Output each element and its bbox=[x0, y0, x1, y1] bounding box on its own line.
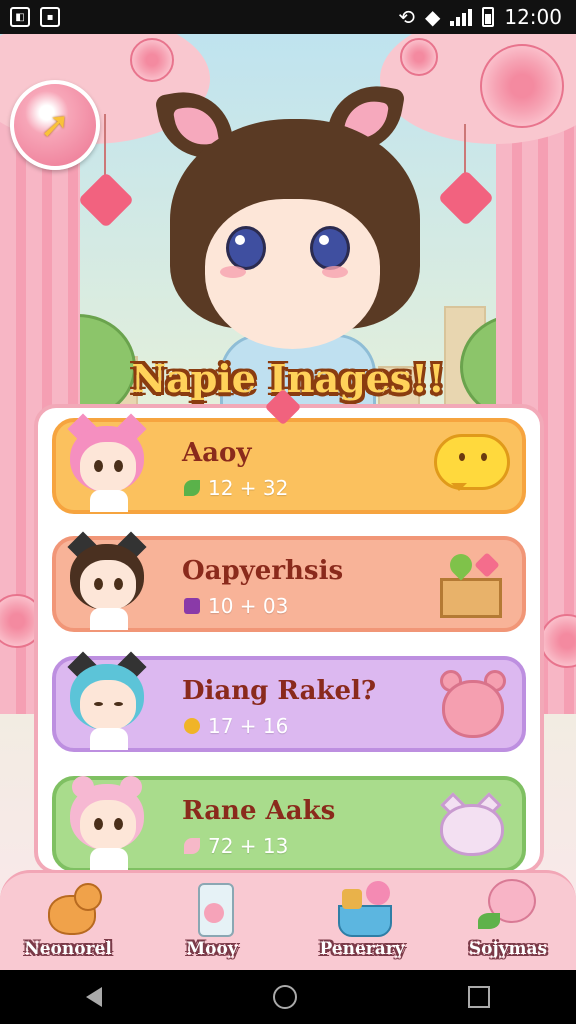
rose bbox=[130, 38, 174, 82]
star-arrow-icon: ➚ bbox=[39, 104, 71, 146]
stat-value: 17 + 16 bbox=[208, 714, 289, 738]
signal-icon bbox=[450, 8, 473, 26]
character-stat: 10 + 03 bbox=[184, 594, 288, 618]
avatar-eye bbox=[114, 460, 123, 472]
chat-bubble-icon bbox=[434, 430, 510, 504]
tab-label: Sojymas bbox=[468, 939, 548, 959]
rose bbox=[480, 44, 564, 128]
system-nav-bar bbox=[0, 970, 576, 1024]
tab-label: Mooy bbox=[186, 939, 238, 959]
character-name: Aaoy bbox=[182, 438, 252, 468]
leaf bbox=[478, 913, 500, 929]
tab-mooy[interactable]: Mooy bbox=[152, 879, 272, 969]
stat-value: 10 + 03 bbox=[208, 594, 289, 618]
candy bbox=[204, 903, 224, 923]
avatar-eye bbox=[94, 460, 103, 472]
bubble-eye bbox=[459, 453, 465, 461]
arrow-icon bbox=[184, 718, 200, 734]
avatar-eye bbox=[94, 702, 103, 706]
tab-sojymas[interactable]: Sojymas bbox=[448, 879, 568, 969]
avatar bbox=[64, 771, 150, 872]
box bbox=[440, 578, 502, 618]
character-list-panel: Aaoy 12 + 32 Oapyerhsis 10 + 03 Diang Ra… bbox=[34, 404, 544, 874]
tab-label: Penerary bbox=[319, 939, 405, 959]
back-icon[interactable] bbox=[85, 987, 102, 1007]
jar-icon bbox=[182, 879, 242, 937]
cat-face bbox=[74, 883, 102, 911]
gift-box-icon bbox=[434, 548, 510, 622]
heart-charm bbox=[437, 169, 495, 227]
character-eye-right bbox=[310, 226, 350, 270]
character-card[interactable]: Diang Rakel? 17 + 16 bbox=[52, 651, 526, 752]
stat-value: 72 + 13 bbox=[208, 834, 289, 858]
battery-icon bbox=[482, 7, 495, 27]
character-name: Rane Aaks bbox=[182, 796, 336, 826]
bear-head bbox=[442, 680, 504, 738]
avatar-body bbox=[90, 848, 128, 870]
character-stat: 12 + 32 bbox=[184, 476, 288, 500]
avatar-face bbox=[80, 442, 136, 492]
avatar-eye bbox=[114, 578, 123, 590]
flower bbox=[366, 881, 390, 905]
rose bbox=[400, 38, 438, 76]
avatar-face bbox=[80, 800, 136, 850]
bubble-eye bbox=[481, 453, 487, 461]
sprout bbox=[445, 549, 477, 581]
tab-penerary[interactable]: Penerary bbox=[302, 879, 422, 969]
character-card[interactable]: Aaoy 12 + 32 bbox=[52, 413, 526, 514]
character-name: Oapyerhsis bbox=[182, 556, 344, 586]
avatar-eye bbox=[114, 702, 123, 706]
status-bar: ◧ ▪ ⟲ ◆ 12:00 bbox=[0, 0, 576, 34]
avatar-eye bbox=[114, 818, 123, 830]
character-stat: 72 + 13 bbox=[184, 834, 288, 858]
basket bbox=[338, 905, 392, 937]
stat-value: 12 + 32 bbox=[208, 476, 289, 500]
character-card[interactable]: Rane Aaks 72 + 13 bbox=[52, 771, 526, 872]
bubble bbox=[434, 434, 510, 491]
character-name: Diang Rakel? bbox=[182, 676, 377, 706]
avatar bbox=[64, 413, 150, 514]
leaf-icon bbox=[184, 480, 200, 496]
cat-icon bbox=[434, 788, 510, 862]
heart-charm bbox=[77, 171, 135, 229]
mini-heart bbox=[474, 552, 500, 578]
avatar-eye bbox=[94, 818, 103, 830]
blush bbox=[220, 266, 246, 278]
petal-icon bbox=[184, 838, 200, 854]
rotation-icon: ⟲ bbox=[398, 5, 415, 29]
character-card[interactable]: Oapyerhsis 10 + 03 bbox=[52, 531, 526, 632]
bear-icon bbox=[434, 668, 510, 742]
cat-head bbox=[440, 804, 504, 856]
character-eye-left bbox=[226, 226, 266, 270]
avatar bbox=[64, 531, 150, 632]
game-menu-button[interactable]: ➚ bbox=[10, 80, 100, 170]
cookie bbox=[342, 889, 362, 909]
character-stat: 17 + 16 bbox=[184, 714, 288, 738]
avatar-face bbox=[80, 680, 136, 730]
image-notification-icon: ▪ bbox=[40, 7, 60, 27]
tab-neonorel[interactable]: Neonorel bbox=[8, 879, 128, 969]
clock: 12:00 bbox=[504, 5, 562, 29]
checkbox-icon bbox=[184, 598, 200, 614]
avatar-face bbox=[80, 560, 136, 610]
home-icon[interactable] bbox=[272, 985, 297, 1009]
recents-icon[interactable] bbox=[468, 986, 491, 1008]
avatar-body bbox=[90, 490, 128, 512]
cat-icon bbox=[38, 879, 102, 935]
avatar-body bbox=[90, 608, 128, 630]
bottom-tab-bar: Neonorel Mooy Penerary Sojymas bbox=[0, 870, 576, 973]
wifi-icon: ◆ bbox=[424, 5, 441, 29]
avatar-body bbox=[90, 728, 128, 750]
gallery-notification-icon: ◧ bbox=[10, 7, 30, 27]
basket-icon bbox=[332, 879, 392, 937]
avatar bbox=[64, 651, 150, 752]
blush bbox=[322, 266, 348, 278]
avatar-eye bbox=[94, 578, 103, 590]
flower-friend-icon bbox=[478, 879, 538, 935]
tab-label: Neonorel bbox=[24, 939, 112, 959]
